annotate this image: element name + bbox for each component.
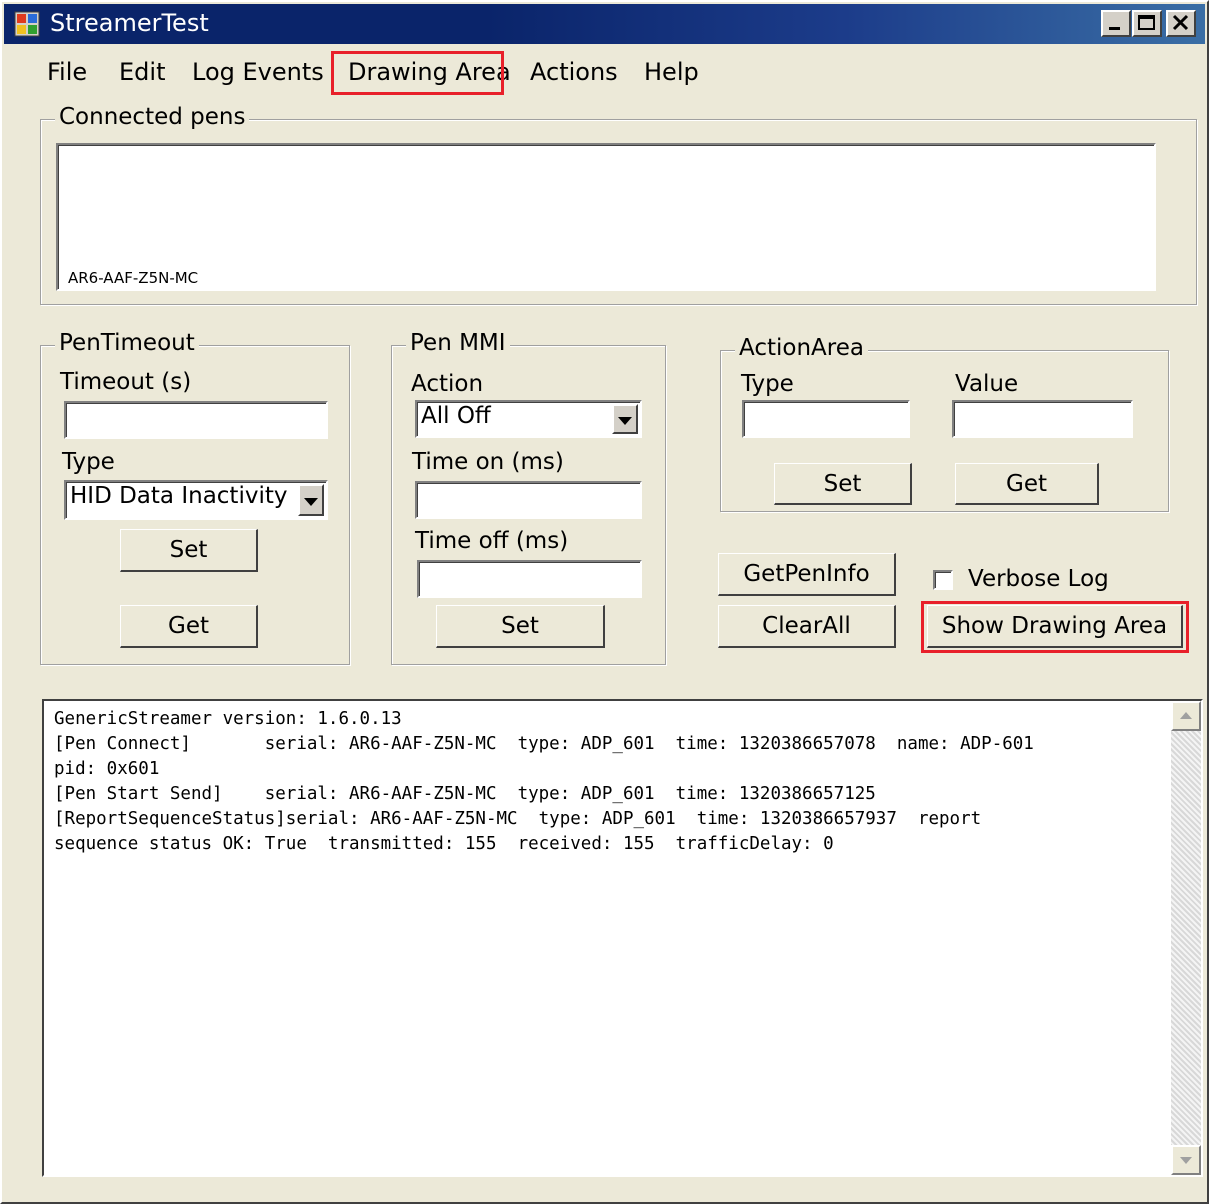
list-item[interactable]: AR6-AAF-Z5N-MC — [68, 269, 198, 287]
pen-timeout-type-select[interactable]: HID Data Inactivity — [64, 480, 328, 520]
time-off-label: Time off (ms) — [415, 528, 569, 554]
time-on-label: Time on (ms) — [412, 449, 564, 475]
action-area-set-button[interactable]: Set — [774, 463, 912, 505]
connected-pens-title: Connected pens — [55, 104, 250, 130]
scroll-down-button[interactable] — [1171, 1145, 1201, 1175]
show-drawing-area-highlight — [921, 601, 1189, 653]
pen-mmi-action-value: All Off — [421, 403, 491, 429]
action-area-type-input[interactable] — [742, 400, 910, 438]
action-area-get-label: Get — [1006, 470, 1047, 497]
menu-bar: File Edit Log Events Drawing Area Action… — [4, 46, 1205, 98]
scroll-up-button[interactable] — [1171, 701, 1201, 731]
action-area-value-input[interactable] — [952, 400, 1133, 438]
chevron-down-icon — [618, 417, 632, 425]
pen-mmi-action-select[interactable]: All Off — [415, 400, 642, 438]
pen-timeout-type-dropdown-button[interactable] — [298, 484, 324, 516]
pen-timeout-get-button[interactable]: Get — [120, 605, 258, 648]
clear-all-button[interactable]: ClearAll — [718, 605, 896, 648]
close-icon — [1172, 14, 1189, 31]
pen-mmi-action-label: Action — [411, 371, 484, 397]
chevron-down-icon — [304, 498, 318, 506]
menu-file[interactable]: File — [45, 58, 89, 86]
action-area-type-label: Type — [741, 371, 794, 397]
timeout-label: Timeout (s) — [60, 369, 192, 395]
action-area-get-button[interactable]: Get — [955, 463, 1099, 505]
action-area-set-label: Set — [823, 470, 862, 497]
pen-mmi-title: Pen MMI — [406, 330, 510, 356]
minimize-button[interactable] — [1101, 10, 1131, 37]
verbose-log-checkbox[interactable] — [933, 570, 953, 590]
title-bar[interactable]: StreamerTest — [4, 4, 1205, 44]
pen-mmi-action-dropdown-button[interactable] — [612, 404, 638, 434]
streamertest-window: StreamerTest File Edit Log Events Drawin… — [0, 0, 1209, 1204]
timeout-input[interactable] — [64, 401, 328, 439]
pen-timeout-type-label: Type — [62, 449, 115, 475]
verbose-log-label[interactable]: Verbose Log — [968, 566, 1109, 592]
pen-timeout-title: PenTimeout — [55, 330, 199, 356]
chevron-down-icon — [1180, 1157, 1192, 1164]
pen-timeout-get-label: Get — [168, 613, 209, 639]
close-button[interactable] — [1166, 10, 1196, 37]
get-pen-info-button[interactable]: GetPenInfo — [718, 553, 896, 596]
log-scrollbar[interactable] — [1171, 701, 1201, 1175]
menu-edit[interactable]: Edit — [117, 58, 167, 86]
chevron-up-icon — [1180, 712, 1192, 719]
connected-pens-list[interactable]: AR6-AAF-Z5N-MC — [56, 143, 1156, 291]
time-off-input[interactable] — [417, 560, 642, 598]
maximize-button[interactable] — [1132, 10, 1162, 37]
app-window-icon — [14, 11, 40, 37]
pen-timeout-type-value: HID Data Inactivity — [70, 483, 288, 509]
drawing-area-menu-highlight — [331, 51, 504, 95]
pen-mmi-set-button[interactable]: Set — [436, 605, 605, 648]
pen-timeout-set-button[interactable]: Set — [120, 529, 258, 572]
pen-mmi-set-label: Set — [501, 613, 539, 639]
minimize-icon — [1109, 27, 1120, 30]
maximize-icon — [1138, 15, 1155, 30]
menu-help[interactable]: Help — [642, 58, 701, 86]
clear-all-label: ClearAll — [762, 613, 851, 639]
menu-actions[interactable]: Actions — [528, 58, 620, 86]
action-area-value-label: Value — [955, 371, 1019, 397]
get-pen-info-label: GetPenInfo — [743, 561, 870, 587]
pen-timeout-set-label: Set — [169, 537, 208, 563]
window-title: StreamerTest — [50, 9, 209, 37]
time-on-input[interactable] — [415, 481, 642, 519]
action-area-title: ActionArea — [735, 335, 868, 361]
log-text: GenericStreamer version: 1.6.0.13 [Pen C… — [54, 709, 1034, 854]
menu-log-events[interactable]: Log Events — [190, 58, 326, 86]
log-textbox[interactable]: GenericStreamer version: 1.6.0.13 [Pen C… — [42, 699, 1203, 1177]
